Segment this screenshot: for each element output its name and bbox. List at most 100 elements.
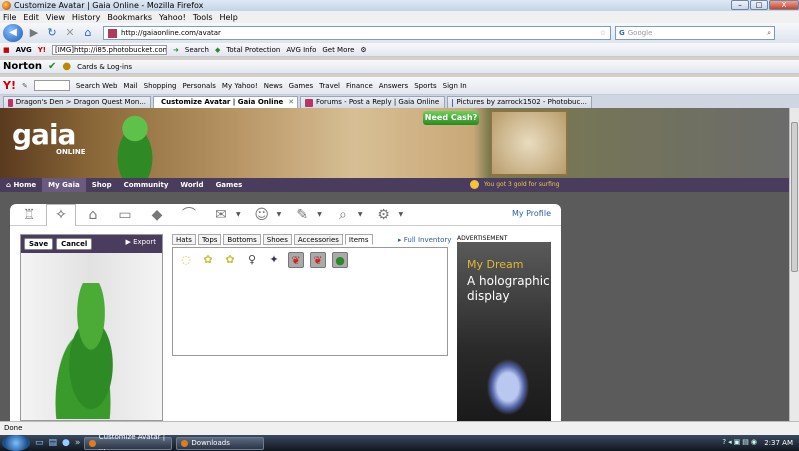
tab-dragons-den[interactable]: Dragon's Den > Dragon Quest Mon...: [3, 96, 151, 108]
scrollbar-thumb[interactable]: [791, 122, 798, 272]
nav-home[interactable]: ⌂ Home: [0, 178, 42, 192]
promo-image[interactable]: [490, 110, 568, 176]
nav-world[interactable]: World: [174, 178, 209, 192]
total-protection-button[interactable]: Total Protection: [226, 46, 280, 54]
img-field[interactable]: [IMG]http://i85.photobucket.com/al: [52, 44, 167, 55]
menu-history[interactable]: History: [72, 13, 100, 22]
menu-tools[interactable]: Tools: [193, 13, 213, 22]
item-sprite[interactable]: ✦: [266, 252, 282, 268]
tab-forums-reply[interactable]: Forums - Post a Reply | Gaia Online: [300, 96, 445, 108]
search-icon[interactable]: ⌕: [328, 205, 358, 225]
tab-items[interactable]: Items: [344, 234, 373, 245]
gear-icon[interactable]: ⚙: [369, 205, 399, 225]
clock[interactable]: 2:37 AM: [764, 435, 793, 451]
menu-file[interactable]: File: [3, 13, 16, 22]
settings-icon[interactable]: ⚙: [360, 46, 366, 54]
tab-shoes[interactable]: Shoes: [262, 234, 292, 245]
pencil-icon[interactable]: ✎: [287, 205, 317, 225]
pencil-icon[interactable]: ✎: [22, 82, 28, 90]
need-cash-button[interactable]: Need Cash?: [423, 111, 479, 125]
export-button[interactable]: ▶ Export: [125, 238, 156, 246]
yahoo-my-yahoo[interactable]: My Yahoo!: [222, 82, 258, 90]
item-key[interactable]: ♀: [244, 252, 260, 268]
show-desktop-icon[interactable]: ▭: [35, 438, 44, 448]
tab-bottoms[interactable]: Bottoms: [223, 234, 261, 245]
mail-icon[interactable]: ✉: [206, 205, 236, 225]
friends-dropdown-icon[interactable]: ▼: [277, 211, 282, 218]
yahoo-shopping[interactable]: Shopping: [144, 82, 177, 90]
get-more-button[interactable]: Get More: [322, 46, 354, 54]
fish-icon[interactable]: ◆: [142, 205, 172, 225]
url-bar[interactable]: http://gaiaonline.com/avatar ☆: [103, 26, 611, 40]
nav-community[interactable]: Community: [118, 178, 175, 192]
cancel-button[interactable]: Cancel: [56, 238, 93, 250]
menu-edit[interactable]: Edit: [23, 13, 39, 22]
item-chick-2[interactable]: ✿: [222, 252, 238, 268]
norton-label[interactable]: Norton: [3, 61, 42, 72]
item-halo[interactable]: ◌: [178, 252, 194, 268]
hanger-icon[interactable]: ⌒: [174, 205, 204, 225]
yahoo-mail[interactable]: Mail: [123, 82, 137, 90]
item-red-charm-2[interactable]: ❦: [310, 252, 326, 268]
yahoo-finance[interactable]: Finance: [346, 82, 373, 90]
system-tray[interactable]: ?◂▣▤◉: [722, 438, 759, 446]
car-icon[interactable]: ▭: [110, 205, 140, 225]
maximize-button[interactable]: □: [750, 0, 768, 10]
reload-icon[interactable]: ↻: [45, 26, 59, 40]
house-icon[interactable]: ⌂: [78, 205, 108, 225]
friends-icon[interactable]: ☺: [247, 205, 277, 225]
menu-bookmarks[interactable]: Bookmarks: [107, 13, 152, 22]
dress-up-icon[interactable]: ✧: [46, 203, 76, 226]
task-customize-avatar[interactable]: Customize Avatar | ...: [84, 433, 173, 451]
yahoo-search-input[interactable]: [33, 80, 70, 91]
search-box[interactable]: G Google ⌕: [615, 26, 775, 40]
yahoo-travel[interactable]: Travel: [319, 82, 340, 90]
avg-search-button[interactable]: Search: [185, 46, 209, 54]
gaia-logo[interactable]: gaia: [12, 118, 76, 151]
avg-info-button[interactable]: AVG Info: [286, 46, 316, 54]
full-inventory-link[interactable]: ▸ Full Inventory: [398, 236, 451, 244]
search-dropdown-icon[interactable]: ▼: [358, 211, 363, 218]
yahoo-news[interactable]: News: [264, 82, 283, 90]
save-button[interactable]: Save: [24, 238, 54, 250]
start-button[interactable]: [2, 435, 30, 451]
forward-icon[interactable]: ▶: [27, 26, 41, 40]
bookmark-star-icon[interactable]: ☆: [600, 29, 606, 37]
nav-my-gaia[interactable]: My Gaia: [42, 178, 86, 192]
tab-close-icon[interactable]: ✕: [288, 97, 294, 108]
tab-customize-avatar[interactable]: Customize Avatar | Gaia Online ✕: [153, 96, 298, 108]
my-profile-link[interactable]: My Profile: [512, 209, 551, 218]
tab-accessories[interactable]: Accessories: [293, 234, 343, 245]
tab-tops[interactable]: Tops: [197, 234, 222, 245]
pencil-dropdown-icon[interactable]: ▼: [317, 211, 322, 218]
firefox-quicklaunch-icon[interactable]: ●: [62, 438, 70, 448]
home-icon[interactable]: ⌂: [81, 26, 95, 40]
minimize-button[interactable]: –: [731, 0, 749, 10]
tab-photobucket[interactable]: Pictures by zarrock1502 - Photobuc...: [447, 96, 592, 108]
cards-login-button[interactable]: Cards & Log-ins: [77, 63, 132, 71]
yahoo-answers[interactable]: Answers: [379, 82, 408, 90]
menu-view[interactable]: View: [46, 13, 65, 22]
mail-dropdown-icon[interactable]: ▼: [236, 211, 241, 218]
yahoo-sign-in[interactable]: Sign In: [443, 82, 467, 90]
quicklaunch-more-icon[interactable]: »: [75, 438, 81, 448]
yahoo-sports[interactable]: Sports: [414, 82, 436, 90]
yahoo-logo[interactable]: Y!: [3, 79, 16, 92]
stop-icon[interactable]: ✕: [63, 26, 77, 40]
yahoo-personals[interactable]: Personals: [183, 82, 216, 90]
nav-shop[interactable]: Shop: [86, 178, 118, 192]
close-button[interactable]: X: [769, 0, 799, 10]
switch-windows-icon[interactable]: ▤: [49, 438, 58, 448]
advertisement-banner[interactable]: My Dream A holographic display: [457, 242, 551, 421]
item-red-charm[interactable]: ❦: [288, 252, 304, 268]
menu-yahoo[interactable]: Yahoo!: [159, 13, 186, 22]
search-icon[interactable]: ⌕: [767, 29, 771, 38]
gear-dropdown-icon[interactable]: ▼: [399, 211, 404, 218]
task-downloads[interactable]: Downloads: [176, 436, 265, 450]
yahoo-search-web[interactable]: Search Web: [76, 82, 118, 90]
vertical-scrollbar[interactable]: [789, 108, 799, 421]
menu-help[interactable]: Help: [220, 13, 238, 22]
tab-hats[interactable]: Hats: [172, 234, 196, 245]
item-chick[interactable]: ✿: [200, 252, 216, 268]
avg-label[interactable]: AVG: [16, 46, 32, 54]
